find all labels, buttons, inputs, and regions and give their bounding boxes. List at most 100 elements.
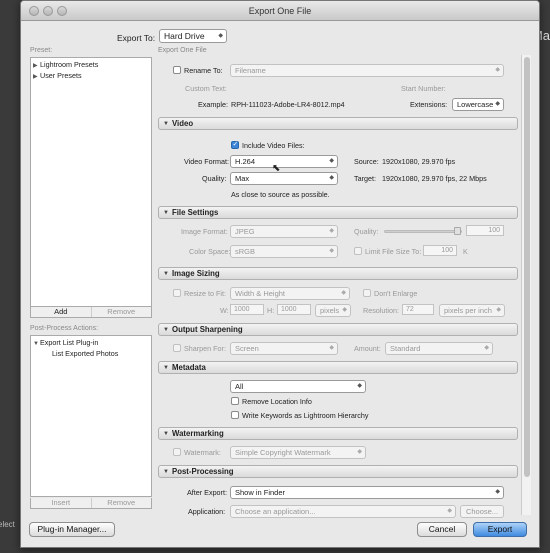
- export-to-select[interactable]: Hard Drive ◆: [159, 29, 227, 43]
- post-process-list[interactable]: ▼Export List Plug-in List Exported Photo…: [30, 335, 152, 497]
- watermark-select[interactable]: Simple Copyright Watermark ◆: [230, 446, 366, 459]
- video-format-label: Video Format:: [184, 157, 230, 166]
- application-value: Choose an application...: [235, 507, 316, 516]
- width-field[interactable]: 1000: [230, 304, 264, 315]
- resize-label: Resize to Fit:: [184, 289, 226, 298]
- updown-arrow-icon: ◆: [329, 175, 334, 181]
- example-label: Example:: [198, 100, 228, 109]
- cancel-button[interactable]: Cancel: [417, 522, 467, 537]
- updown-arrow-icon: ◆: [341, 290, 346, 296]
- disclosure-down-icon[interactable]: ▼: [163, 207, 169, 219]
- sharpen-checkbox[interactable]: [173, 344, 181, 352]
- after-export-select[interactable]: Show in Finder ◆: [230, 486, 504, 499]
- resolution-unit-value: pixels per inch: [444, 306, 492, 315]
- jpeg-quality-field[interactable]: 100: [466, 225, 504, 236]
- remove-location-checkbox[interactable]: [231, 397, 239, 405]
- choose-application-button[interactable]: Choose...: [460, 505, 504, 518]
- preset-group-label: Lightroom Presets: [40, 60, 99, 69]
- application-select[interactable]: Choose an application... ◆: [230, 505, 456, 518]
- extensions-select[interactable]: Lowercase ◆: [452, 98, 504, 111]
- updown-arrow-icon: ◆: [496, 307, 501, 313]
- rename-template-value: Filename: [235, 66, 266, 75]
- post-processing-title: Post-Processing: [172, 467, 234, 476]
- updown-arrow-icon: ◆: [495, 101, 500, 107]
- video-section-header[interactable]: ▼ Video: [158, 117, 518, 130]
- close-window-icon[interactable]: [29, 6, 39, 16]
- preset-group-user[interactable]: ▶ User Presets: [33, 71, 82, 80]
- pp-item-list-exported[interactable]: List Exported Photos: [52, 349, 118, 358]
- write-keywords-label: Write Keywords as Lightroom Hierarchy: [242, 411, 369, 420]
- target-value: 1920x1080, 29.970 fps, 22 Mbps: [382, 174, 487, 183]
- watermark-checkbox[interactable]: [173, 448, 181, 456]
- sharpen-for-select[interactable]: Screen ◆: [230, 342, 338, 355]
- image-format-select[interactable]: JPEG ◆: [230, 225, 338, 238]
- after-export-label: After Export:: [187, 488, 227, 497]
- disclosure-down-icon[interactable]: ▼: [163, 324, 169, 336]
- remove-preset-button[interactable]: Remove: [90, 307, 152, 317]
- jpeg-quality-label: Quality:: [354, 227, 379, 236]
- disclosure-down-icon[interactable]: ▼: [163, 362, 169, 374]
- plugin-manager-button[interactable]: Plug-in Manager...: [29, 522, 115, 537]
- resize-mode-select[interactable]: Width & Height ◆: [230, 287, 350, 300]
- image-sizing-title: Image Sizing: [172, 269, 220, 278]
- slider-knob[interactable]: [454, 227, 461, 235]
- color-space-value: sRGB: [235, 247, 256, 256]
- scrollbar-thumb[interactable]: [524, 57, 530, 477]
- disclosure-down-icon[interactable]: ▼: [163, 466, 169, 478]
- write-keywords-checkbox[interactable]: [231, 411, 239, 419]
- color-space-select[interactable]: sRGB ◆: [230, 245, 338, 258]
- width-label: W:: [220, 306, 229, 315]
- watermarking-section-header[interactable]: ▼ Watermarking: [158, 427, 518, 440]
- rename-label: Rename To:: [184, 66, 223, 75]
- limit-size-field[interactable]: 100: [423, 245, 457, 256]
- amount-select[interactable]: Standard ◆: [385, 342, 493, 355]
- limit-size-label: Limit File Size To:: [365, 247, 422, 256]
- updown-arrow-icon: ◆: [447, 508, 452, 514]
- zoom-window-icon[interactable]: [57, 6, 67, 16]
- disclosure-right-icon[interactable]: ▶: [33, 73, 40, 80]
- insert-action-button[interactable]: Insert: [31, 498, 91, 508]
- file-settings-section-header[interactable]: ▼ File Settings: [158, 206, 518, 219]
- preset-group-lightroom[interactable]: ▶ Lightroom Presets: [33, 60, 98, 69]
- mouse-cursor-icon: ⬉: [272, 163, 281, 174]
- limit-size-checkbox[interactable]: [354, 247, 362, 255]
- color-space-label: Color Space:: [189, 247, 231, 256]
- export-button[interactable]: Export: [473, 522, 527, 537]
- disclosure-down-icon[interactable]: ▼: [163, 428, 169, 440]
- metadata-section-header[interactable]: ▼ Metadata: [158, 361, 518, 374]
- settings-scrollbar[interactable]: [521, 55, 531, 515]
- metadata-select[interactable]: All ◆: [230, 380, 366, 393]
- dont-enlarge-checkbox[interactable]: [363, 289, 371, 297]
- include-video-checkbox[interactable]: [231, 140, 239, 149]
- post-processing-section-header[interactable]: ▼ Post-Processing: [158, 465, 518, 478]
- application-label: Application:: [188, 507, 226, 516]
- rename-template-select[interactable]: Filename ◆: [230, 64, 504, 77]
- sharpening-title: Output Sharpening: [172, 325, 243, 334]
- disclosure-down-icon[interactable]: ▼: [163, 268, 169, 280]
- image-sizing-section-header[interactable]: ▼ Image Sizing: [158, 267, 518, 280]
- resize-checkbox[interactable]: [173, 289, 181, 297]
- disclosure-down-icon[interactable]: ▼: [33, 341, 40, 347]
- rename-checkbox[interactable]: [173, 66, 181, 74]
- height-field[interactable]: 1000: [277, 304, 311, 315]
- updown-arrow-icon: ◆: [218, 33, 223, 39]
- pp-group-export-list[interactable]: ▼Export List Plug-in: [33, 338, 98, 347]
- add-preset-button[interactable]: Add: [31, 307, 91, 317]
- watermark-value: Simple Copyright Watermark: [235, 448, 331, 457]
- updown-arrow-icon: ◆: [329, 248, 334, 254]
- height-label: H:: [267, 306, 275, 315]
- video-quality-select[interactable]: Max ◆: [230, 172, 338, 185]
- video-format-select[interactable]: H.264 ◆: [230, 155, 338, 168]
- resolution-unit-select[interactable]: pixels per inch ◆: [439, 304, 505, 317]
- minimize-window-icon[interactable]: [43, 6, 53, 16]
- remove-action-button[interactable]: Remove: [90, 498, 152, 508]
- preset-list[interactable]: ▶ Lightroom Presets ▶ User Presets: [30, 57, 152, 307]
- resolution-field[interactable]: 72: [402, 304, 434, 315]
- extensions-value: Lowercase: [457, 100, 494, 109]
- sharpening-section-header[interactable]: ▼ Output Sharpening: [158, 323, 518, 336]
- image-format-value: JPEG: [235, 227, 255, 236]
- jpeg-quality-slider[interactable]: [384, 227, 462, 235]
- size-unit-select[interactable]: pixels ◆: [315, 304, 351, 317]
- disclosure-right-icon[interactable]: ▶: [33, 62, 40, 69]
- disclosure-down-icon[interactable]: ▼: [163, 118, 169, 130]
